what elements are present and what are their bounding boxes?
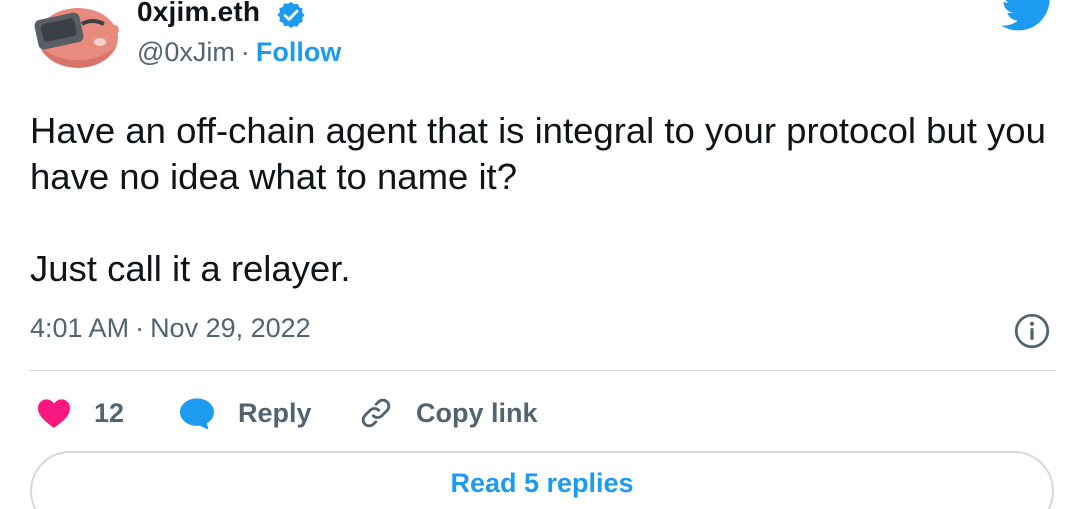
reply-button[interactable]: Reply bbox=[178, 391, 312, 435]
avatar[interactable] bbox=[30, 0, 125, 72]
speech-bubble-icon bbox=[180, 398, 214, 430]
reply-label: Reply bbox=[238, 397, 312, 428]
follow-button[interactable]: Follow bbox=[256, 37, 341, 67]
twitter-bird-icon[interactable] bbox=[1000, 0, 1058, 32]
handle-row: @0xJim · Follow bbox=[137, 37, 341, 68]
timestamp-separator: · bbox=[135, 313, 145, 343]
tweet-time[interactable]: 4:01 AM bbox=[30, 313, 129, 343]
heart-icon bbox=[38, 399, 70, 428]
info-icon[interactable] bbox=[1014, 313, 1050, 349]
handle[interactable]: @0xJim bbox=[137, 37, 235, 67]
tweet-paragraph: Have an off-chain agent that is integral… bbox=[30, 110, 1046, 197]
tweet-text: Have an off-chain agent that is integral… bbox=[30, 108, 1070, 292]
read-replies-label: Read 5 replies bbox=[450, 468, 634, 498]
copy-link-button[interactable]: Copy link bbox=[358, 391, 538, 435]
divider bbox=[30, 370, 1056, 371]
handle-separator: · bbox=[240, 37, 250, 67]
verified-badge-icon bbox=[277, 1, 305, 29]
display-name[interactable]: 0xjim.eth bbox=[137, 0, 260, 28]
like-count: 12 bbox=[94, 397, 125, 428]
link-icon bbox=[361, 398, 391, 428]
tweet-paragraph: Just call it a relayer. bbox=[30, 248, 351, 289]
like-button[interactable]: 12 bbox=[36, 391, 124, 435]
timestamp-row[interactable]: 4:01 AM · Nov 29, 2022 bbox=[30, 313, 311, 344]
tweet-embed-card: 0xjim.eth @0xJim · Follow Have an off-chai… bbox=[0, 0, 1080, 509]
read-replies-button[interactable]: Read 5 replies bbox=[30, 451, 1054, 509]
copy-link-label: Copy link bbox=[416, 397, 538, 428]
tweet-date[interactable]: Nov 29, 2022 bbox=[150, 313, 311, 343]
